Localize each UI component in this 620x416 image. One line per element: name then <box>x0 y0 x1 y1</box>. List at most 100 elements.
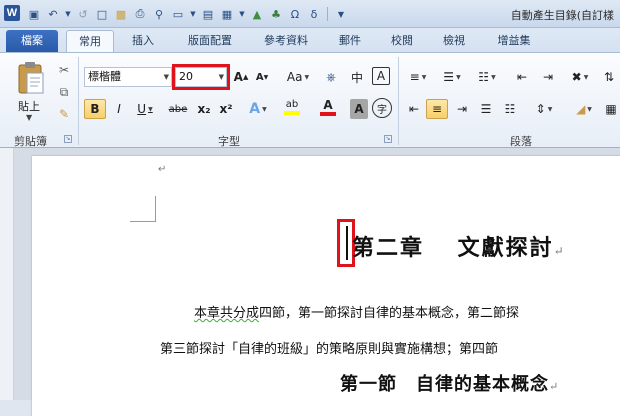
save-icon[interactable]: ▣ <box>26 6 42 22</box>
align-right-icon[interactable]: ⇥ <box>452 99 472 119</box>
tab-view[interactable]: 檢視 <box>430 30 478 52</box>
clipboard-dialog-launcher-icon[interactable]: ↘ <box>64 135 72 143</box>
underline-button[interactable]: U ▼ <box>132 99 158 119</box>
underline-dropdown-icon[interactable]: ▼ <box>148 106 153 113</box>
bold-label: B <box>90 102 100 116</box>
text-box-icon[interactable]: ▭ <box>170 6 186 22</box>
character-shading-icon[interactable]: A <box>350 99 368 119</box>
asian-layout-dropdown-icon: ▼ <box>583 73 589 81</box>
bullets-icon[interactable]: ≡ ▼ <box>404 67 432 87</box>
borders-icon[interactable]: ▦ <box>602 99 620 119</box>
shading-icon[interactable]: ◢ ▼ <box>570 99 598 119</box>
chapter-heading[interactable]: 第二章 文獻探討↵ <box>352 230 566 262</box>
paste-button[interactable]: 貼上 <box>18 98 40 114</box>
cut-icon[interactable]: ✂ <box>55 61 73 79</box>
clear-formatting-icon[interactable]: ⎈ <box>322 67 340 87</box>
font-color-label: A <box>323 97 333 112</box>
sort-icon[interactable]: ⇅ <box>600 67 618 87</box>
body-paragraph-line-text: 四節，第一節探討自律的基本概念，第二節探 <box>259 306 520 321</box>
highlight-label: ab <box>285 99 299 110</box>
align-center-icon[interactable]: ≡ <box>426 99 448 119</box>
table-icon[interactable]: ▦ <box>219 6 235 22</box>
book-icon[interactable]: ▤ <box>200 6 216 22</box>
open-folder-icon[interactable]: ▩ <box>113 6 129 22</box>
italic-button[interactable]: I <box>110 99 128 119</box>
ribbon: 貼上 ▼ ✂ ⧉ ✎ 剪貼簿 ↘ 標楷體 ▼ 20 ▼ A ▲ A ▼ Aa ▼ ⎈ … <box>0 52 620 148</box>
subscript-label: x₂ <box>197 102 211 116</box>
strikethrough-label: abe <box>168 103 188 115</box>
font-name-dropdown-icon[interactable]: ▼ <box>164 68 169 86</box>
section-heading-text: 第一節 自律的基本概念 <box>340 374 549 395</box>
document-title: 自動產生目錄(自訂樣 <box>510 9 614 22</box>
multilevel-list-icon[interactable]: ☷ ▼ <box>472 67 502 87</box>
body-paragraph-line[interactable]: 本章共分成四節，第一節探討自律的基本概念，第二節探 <box>194 302 519 321</box>
line-spacing-dropdown-icon: ▼ <box>547 105 553 113</box>
ribbon-tab-bar: 檔案 常用 插入 版面配置 參考資料 郵件 校閱 檢視 增益集 <box>0 28 620 52</box>
tab-insert[interactable]: 插入 <box>118 30 168 52</box>
format-painter-icon[interactable]: ✎ <box>55 105 73 123</box>
group-separator <box>78 57 79 145</box>
character-border-icon[interactable]: A <box>372 67 390 85</box>
highlight-color-button[interactable]: ab <box>278 97 306 117</box>
tab-add-ins[interactable]: 增益集 <box>484 30 544 52</box>
undo-icon[interactable]: ↶ <box>45 6 61 22</box>
quick-print-icon[interactable]: ⎙ <box>132 6 148 22</box>
tab-file[interactable]: 檔案 <box>6 30 58 52</box>
increase-indent-icon[interactable]: ⇥ <box>538 67 558 87</box>
grow-font-icon[interactable]: A ▲ <box>232 67 250 87</box>
word-logo-icon[interactable]: W <box>4 5 20 21</box>
phonetic-guide-icon[interactable]: 中 <box>348 67 366 87</box>
text-effects-icon[interactable]: A ▼ <box>246 99 270 119</box>
text-cursor <box>346 226 348 260</box>
change-case-button[interactable]: Aa ▼ <box>284 67 312 87</box>
enclose-characters-icon[interactable]: 字 <box>372 98 392 118</box>
paragraph-mark: ↵ <box>553 244 566 258</box>
highlight-color-bar <box>284 111 300 115</box>
vertical-ruler <box>0 148 14 400</box>
paste-icon[interactable] <box>16 61 46 95</box>
picture-icon[interactable]: ▲ <box>249 6 265 22</box>
strikethrough-button[interactable]: abe <box>166 99 190 119</box>
paste-dropdown-icon[interactable]: ▼ <box>26 113 32 122</box>
quick-access-toolbar: ▣ ↶ ▼ ↺ □ ▩ ⎙ ⚲ ▭ ▼ ▤ ▦ ▼ ▲ ♣ Ω δ ▼ <box>26 5 349 23</box>
superscript-button[interactable]: x² <box>216 99 236 119</box>
tab-page-layout[interactable]: 版面配置 <box>174 30 246 52</box>
multilevel-dropdown-icon: ▼ <box>491 73 496 81</box>
subscript-button[interactable]: x₂ <box>194 99 214 119</box>
distributed-icon[interactable]: ☷ <box>500 99 520 119</box>
tab-references[interactable]: 參考資料 <box>250 30 322 52</box>
customize-toolbar-icon[interactable]: ▼ <box>333 6 349 22</box>
text-box-dropdown-icon[interactable]: ▼ <box>189 6 197 22</box>
align-left-icon[interactable]: ⇤ <box>404 99 424 119</box>
new-document-icon[interactable]: □ <box>94 6 110 22</box>
shrink-font-icon[interactable]: A ▼ <box>254 67 270 87</box>
redo-icon[interactable]: ↺ <box>75 6 91 22</box>
clip-art-icon[interactable]: ♣ <box>268 6 284 22</box>
undo-dropdown-icon[interactable]: ▼ <box>64 6 72 22</box>
tab-mailings[interactable]: 郵件 <box>326 30 374 52</box>
symbol-icon[interactable]: δ <box>306 6 322 22</box>
phonetic-guide-label: 中 <box>350 70 363 85</box>
paragraph-group-label: 段落 <box>510 135 532 148</box>
font-dialog-launcher-icon[interactable]: ↘ <box>384 135 392 143</box>
justify-icon[interactable]: ☰ <box>476 99 496 119</box>
decrease-indent-icon[interactable]: ⇤ <box>512 67 532 87</box>
copy-icon[interactable]: ⧉ <box>55 83 73 101</box>
table-dropdown-icon[interactable]: ▼ <box>238 6 246 22</box>
asian-layout-icon[interactable]: ✖ ▼ <box>566 67 594 87</box>
tab-home[interactable]: 常用 <box>66 30 114 52</box>
equation-icon[interactable]: Ω <box>287 6 303 22</box>
group-separator <box>398 57 399 145</box>
tab-review[interactable]: 校閱 <box>378 30 426 52</box>
print-preview-icon[interactable]: ⚲ <box>151 6 167 22</box>
numbering-icon[interactable]: ☰ ▼ <box>438 67 466 87</box>
body-paragraph-line[interactable]: 第三節探討「自律的班級」的策略原則與實施構想；第四節 <box>160 338 498 357</box>
bold-button[interactable]: B <box>84 99 106 119</box>
italic-label: I <box>117 102 121 116</box>
line-spacing-icon[interactable]: ⇕ ▼ <box>530 99 558 119</box>
paragraph-mark: ↵ <box>549 380 560 393</box>
font-color-button[interactable]: A <box>314 97 342 117</box>
title-bar: W ▣ ↶ ▼ ↺ □ ▩ ⎙ ⚲ ▭ ▼ ▤ ▦ ▼ ▲ ♣ Ω δ ▼ 自動… <box>0 0 620 28</box>
font-name-combo[interactable]: 標楷體 ▼ <box>84 67 172 87</box>
section-heading[interactable]: 第一節 自律的基本概念↵ <box>340 370 559 396</box>
